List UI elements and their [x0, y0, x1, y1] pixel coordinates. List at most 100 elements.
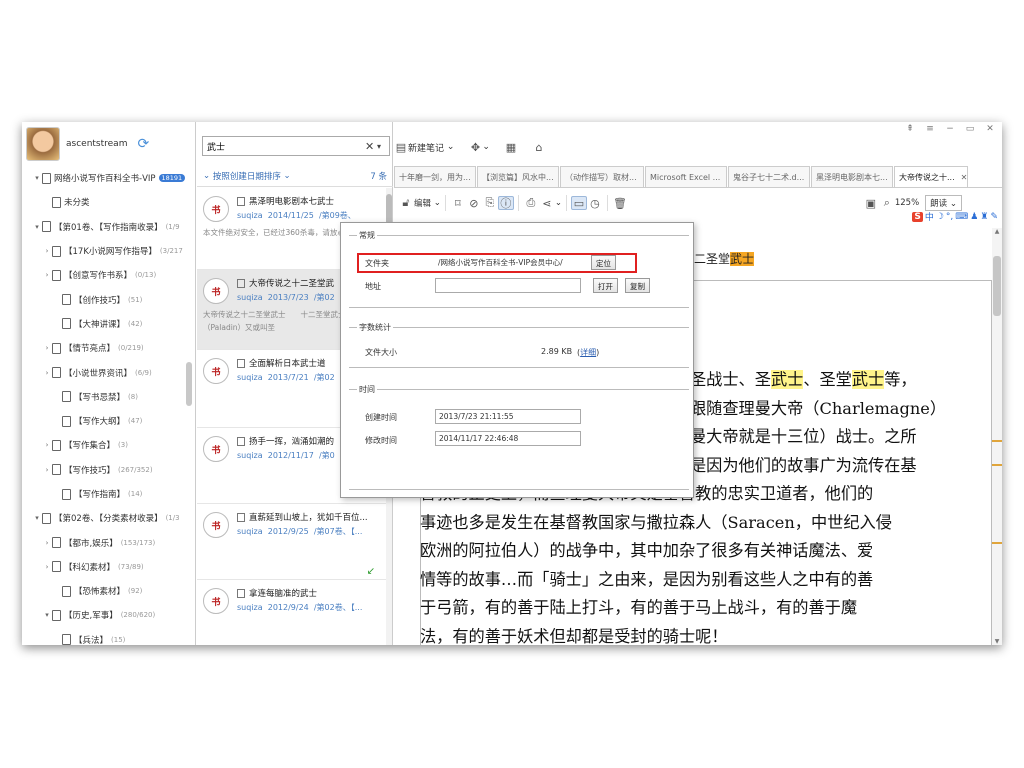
expand-arrow-icon[interactable]: ›	[42, 247, 52, 255]
read-aloud-button[interactable]: 朗读 ⌄	[925, 195, 962, 211]
collapse-arrow-icon[interactable]: ⌄	[203, 171, 213, 181]
document-scroll-thumb[interactable]	[993, 256, 1001, 316]
folder-item[interactable]: › 【科幻素材】 (73/89)	[22, 555, 192, 579]
note-tab[interactable]: 十年磨一剑，用为...	[394, 166, 476, 187]
folder-item[interactable]: › 【写作集合】 (3)	[22, 433, 192, 457]
expand-arrow-icon[interactable]: ›	[42, 344, 52, 352]
folder-item[interactable]: › 【都市,娱乐】 (153/173)	[22, 530, 192, 554]
avatar[interactable]	[26, 127, 60, 161]
new-note-button[interactable]: ▤ 新建笔记 ⌄	[394, 140, 455, 154]
note-tab[interactable]: （动作描写）取材...	[560, 166, 644, 187]
comment-group: ▭ ◷	[567, 195, 608, 211]
expand-arrow-icon[interactable]: ▾	[32, 223, 42, 231]
search-dropdown-icon[interactable]: ▾	[377, 142, 389, 151]
note-tab[interactable]: 大帝传说之十... ✕	[894, 166, 968, 187]
edit-button[interactable]: 🔓︎ 编辑 ⌄	[394, 195, 446, 211]
folder-item[interactable]: › 【情节亮点】 (0/219)	[22, 336, 192, 360]
document-scrollbar[interactable]: ▲ ▼	[992, 228, 1002, 645]
comment-icon[interactable]: ▭	[570, 196, 587, 210]
zoom-icon[interactable]: ⌕	[879, 196, 895, 210]
sort-selector[interactable]: 按照创建日期排序	[213, 170, 281, 182]
find-icon[interactable]: ▣	[863, 196, 879, 210]
move-button[interactable]: ✥ ⌄	[468, 140, 490, 154]
shirt-icon[interactable]: ♜	[980, 212, 988, 222]
locate-button[interactable]: 定位	[591, 255, 616, 270]
note-tab[interactable]: 【浏览篇】风水中...	[477, 166, 559, 187]
folder-item[interactable]: 【写作大纲】 (47)	[22, 409, 192, 433]
folder-item[interactable]: 【写作指南】 (14)	[22, 482, 192, 506]
download-arrow-icon: ↙	[366, 566, 375, 577]
new-note-dropdown-icon[interactable]: ⌄	[444, 142, 455, 152]
modified-time-label: 修改时间	[365, 436, 397, 445]
share-dropdown-icon[interactable]: ⌄	[555, 198, 562, 208]
moon-icon[interactable]: ☽	[936, 212, 944, 222]
search-box: ✕ ▾	[202, 136, 390, 156]
info-icon[interactable]: ⓘ	[497, 196, 514, 210]
note-tab[interactable]: 鬼谷子七十二术.d...	[728, 166, 810, 187]
clear-search-icon[interactable]: ✕	[365, 140, 377, 153]
zoom-level[interactable]: 125%	[895, 198, 919, 208]
folder-item[interactable]: 【兵法】 (15)	[22, 628, 192, 645]
sogou-icon[interactable]: S	[912, 211, 923, 222]
share-icon[interactable]: ⋖	[539, 196, 555, 210]
history-icon[interactable]: ◷	[587, 196, 603, 210]
folder-item[interactable]: ▾ 网络小说写作百科全书-VIP 18191	[22, 166, 192, 190]
expand-arrow-icon[interactable]: ▾	[42, 611, 52, 619]
bookmark-icon[interactable]: ⌑	[450, 196, 466, 210]
folder-item[interactable]: ▾ 【第01卷、【写作指南收录】 (1/9	[22, 215, 192, 239]
wrench-icon[interactable]: ✎	[990, 212, 998, 222]
expand-arrow-icon[interactable]: ›	[42, 466, 52, 474]
chinese-mode-icon[interactable]: 中	[925, 210, 934, 223]
note-folder: /第07卷、【...	[313, 527, 363, 536]
folder-item[interactable]: 未分类	[22, 190, 192, 214]
document-title: 二圣堂武士	[694, 250, 755, 267]
folder-item[interactable]: 【写书忌禁】 (8)	[22, 385, 192, 409]
expand-arrow-icon[interactable]: ▾	[32, 174, 42, 182]
folder-item[interactable]: › 【17K小说网写作指导】 (3/217	[22, 239, 192, 263]
expand-arrow-icon[interactable]: ▾	[32, 514, 42, 522]
note-list-item[interactable]: 书 拿连每脑准的武士 suqiza 2012/9/24 /第02卷、【...	[197, 580, 387, 645]
edit-dropdown-icon[interactable]: ⌄	[431, 198, 441, 208]
address-field[interactable]	[435, 278, 581, 293]
sort-dropdown-icon[interactable]: ⌄	[281, 171, 291, 181]
attachment-icon[interactable]: ⎘	[482, 196, 498, 210]
punctuation-icon[interactable]: °,	[946, 212, 953, 222]
expand-arrow-icon[interactable]: ›	[42, 539, 52, 547]
user-name[interactable]: ascentstream	[66, 139, 127, 149]
folder-count: (3)	[118, 441, 128, 450]
scroll-down-icon[interactable]: ▼	[992, 638, 1002, 645]
scroll-up-icon[interactable]: ▲	[992, 228, 1002, 235]
folder-item[interactable]: › 【写作技巧】 (267/352)	[22, 458, 192, 482]
expand-arrow-icon[interactable]: ›	[42, 563, 52, 571]
note-list-item[interactable]: 书 直薪延到山坡上，犹如千百位... suqiza 2012/9/25 /第07卷、…	[197, 504, 387, 580]
folder-item[interactable]: 【恐怖素材】 (92)	[22, 579, 192, 603]
home-button[interactable]: ⌂	[532, 140, 546, 154]
user-icon[interactable]: ♟	[970, 212, 978, 222]
folder-item[interactable]: 【创作技巧】 (51)	[22, 287, 192, 311]
document-line: 情等的故事…而「骑士」之由来，是因为别看这些人之中有的善	[420, 566, 980, 595]
expand-arrow-icon[interactable]: ›	[42, 271, 52, 279]
folder-item[interactable]: › 【创意写作书系】 (0/13)	[22, 263, 192, 287]
folder-item[interactable]: ▾ 【第02卷、【分类素材收录】 (1/3	[22, 506, 192, 530]
close-tab-icon[interactable]: ✕	[961, 173, 967, 182]
keyboard-icon[interactable]: ⌨	[955, 212, 968, 222]
folder-item[interactable]: › 【小说世界资讯】 (6/9)	[22, 360, 192, 384]
search-input[interactable]	[207, 141, 357, 151]
detail-link[interactable]: 详细	[580, 348, 596, 357]
folder-item[interactable]: ▾ 【历史,军事】 (280/620)	[22, 603, 192, 627]
folder-item[interactable]: 【大神讲课】 (42)	[22, 312, 192, 336]
print-icon[interactable]: ⎙	[523, 196, 539, 210]
tag-icon[interactable]: ⊘	[466, 196, 482, 210]
tab-label: 大帝传说之十...	[899, 172, 955, 182]
sync-icon[interactable]: ⟳	[137, 136, 149, 152]
created-time-label: 创建时间	[365, 413, 397, 422]
delete-icon[interactable]: 🗑︎	[612, 196, 628, 210]
open-button[interactable]: 打开	[593, 278, 618, 293]
copy-button[interactable]: 复制	[625, 278, 650, 293]
note-tab[interactable]: Microsoft Excel ...	[645, 166, 727, 187]
folder-scrollbar[interactable]	[186, 362, 192, 406]
note-tab[interactable]: 黑泽明电影剧本七...	[811, 166, 893, 187]
expand-arrow-icon[interactable]: ›	[42, 441, 52, 449]
expand-arrow-icon[interactable]: ›	[42, 369, 52, 377]
apps-button[interactable]: ▦	[504, 140, 518, 154]
